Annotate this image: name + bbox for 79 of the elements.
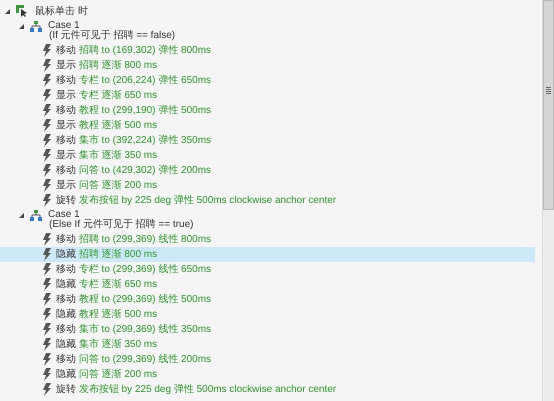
action-text: 旋转 发布按钮 by 225 deg 弹性 500ms clockwise anchor center	[56, 382, 336, 397]
action-text: 移动 集市 to (299,369) 线性 350ms	[56, 322, 212, 337]
action-text: 旋转 发布按钮 by 225 deg 弹性 500ms clockwise anchor center	[56, 194, 336, 208]
lightning-icon	[42, 44, 52, 57]
action-text: 隐藏 集市 逐渐 350 ms	[56, 338, 158, 352]
action-text: 显示 问答 逐渐 200 ms	[56, 178, 158, 193]
action-row[interactable]: 隐藏 问答 逐渐 200 ms	[0, 367, 535, 382]
action-row[interactable]: 隐藏 招聘 逐渐 800 ms	[0, 247, 535, 262]
case-label[interactable]: Case 1	[48, 21, 176, 31]
action-row[interactable]: 隐藏 集市 逐渐 350 ms	[0, 337, 535, 352]
action-row[interactable]: 旋转 发布按钮 by 225 deg 弹性 500ms clockwise anchor center	[0, 382, 535, 397]
lightning-icon	[42, 368, 52, 381]
case-condition: (If 元件可见于 招聘 == false)	[49, 31, 176, 41]
action-text: 移动 专栏 to (206,224) 弹性 650ms	[56, 74, 212, 88]
lightning-icon	[42, 248, 52, 261]
lightning-icon	[42, 134, 52, 147]
lightning-icon	[42, 89, 52, 102]
action-text: 隐藏 招聘 逐渐 800 ms	[56, 248, 158, 262]
action-row[interactable]: 移动 问答 to (429,302) 弹性 200ms	[0, 163, 535, 178]
lightning-icon	[42, 74, 52, 87]
action-row[interactable]: 移动 问答 to (299,369) 线性 200ms	[0, 352, 535, 367]
action-text: 移动 集市 to (392,224) 弹性 350ms	[56, 134, 212, 148]
lightning-icon	[42, 164, 52, 177]
lightning-icon	[42, 353, 52, 366]
lightning-icon	[42, 323, 52, 336]
branch-icon	[30, 210, 42, 221]
action-row[interactable]: 移动 专栏 to (299,369) 线性 650ms	[0, 262, 535, 277]
action-text: 移动 问答 to (299,369) 线性 200ms	[56, 352, 212, 367]
action-text: 隐藏 教程 逐渐 500 ms	[56, 308, 158, 322]
action-text: 显示 招聘 逐渐 800 ms	[56, 58, 158, 73]
action-text: 移动 教程 to (299,190) 弹性 500ms	[56, 104, 212, 118]
action-row[interactable]: 隐藏 专栏 逐渐 650 ms	[0, 277, 535, 292]
action-row[interactable]: 隐藏 教程 逐渐 500 ms	[0, 307, 535, 322]
action-text: 显示 教程 逐渐 500 ms	[56, 118, 158, 133]
action-row[interactable]: 显示 教程 逐渐 500 ms	[0, 118, 535, 133]
lightning-icon	[42, 104, 52, 117]
lightning-icon	[42, 194, 52, 207]
lightning-icon	[42, 149, 52, 162]
action-text: 显示 集市 逐渐 350 ms	[56, 148, 158, 163]
action-text: 隐藏 专栏 逐渐 650 ms	[56, 278, 158, 292]
lightning-icon	[42, 263, 52, 276]
action-row[interactable]: 移动 招聘 to (299,369) 线性 800ms	[0, 232, 535, 247]
scrollbar[interactable]	[542, 0, 554, 401]
action-row[interactable]: 移动 集市 to (392,224) 弹性 350ms	[0, 133, 535, 148]
lightning-icon	[42, 119, 52, 132]
action-row[interactable]: 移动 招聘 to (169,302) 弹性 800ms	[0, 43, 535, 58]
action-row[interactable]: 显示 专栏 逐渐 650 ms	[0, 88, 535, 103]
scrollbar-thumb[interactable]	[543, 0, 554, 210]
lightning-icon	[42, 383, 52, 396]
event-label[interactable]: 鼠标单击 时	[35, 4, 88, 18]
action-row[interactable]: 移动 集市 to (299,369) 线性 350ms	[0, 322, 535, 337]
lightning-icon	[42, 293, 52, 306]
action-text: 移动 招聘 to (299,369) 线性 800ms	[56, 232, 212, 247]
action-row[interactable]: 旋转 发布按钮 by 225 deg 弹性 500ms clockwise anchor center	[0, 193, 535, 208]
lightning-icon	[42, 59, 52, 72]
action-row[interactable]: 移动 教程 to (299,369) 线性 500ms	[0, 292, 535, 307]
action-text: 移动 问答 to (429,302) 弹性 200ms	[56, 164, 212, 178]
lightning-icon	[42, 278, 52, 291]
expanded-caret-icon[interactable]	[18, 212, 25, 219]
action-row[interactable]: 移动 教程 to (299,190) 弹性 500ms	[0, 103, 535, 118]
action-row[interactable]: 显示 问答 逐渐 200 ms	[0, 178, 535, 193]
expanded-caret-icon[interactable]	[18, 23, 25, 30]
action-text: 显示 专栏 逐渐 650 ms	[56, 88, 158, 103]
action-row[interactable]: 移动 专栏 to (206,224) 弹性 650ms	[0, 73, 535, 88]
action-text: 移动 专栏 to (299,369) 线性 650ms	[56, 262, 212, 277]
lightning-icon	[42, 308, 52, 321]
lightning-icon	[42, 179, 52, 192]
case-label[interactable]: Case 1	[48, 210, 194, 220]
event-icon	[16, 5, 28, 17]
branch-icon	[30, 21, 42, 32]
action-text: 移动 教程 to (299,369) 线性 500ms	[56, 292, 212, 307]
action-text: 隐藏 问答 逐渐 200 ms	[56, 368, 158, 382]
lightning-icon	[42, 233, 52, 246]
action-row[interactable]: 显示 招聘 逐渐 800 ms	[0, 58, 535, 73]
case-condition: (Else If 元件可见于 招聘 == true)	[49, 220, 194, 230]
lightning-icon	[42, 338, 52, 351]
action-row[interactable]: 显示 集市 逐渐 350 ms	[0, 148, 535, 163]
action-text: 移动 招聘 to (169,302) 弹性 800ms	[56, 44, 212, 58]
expanded-caret-icon[interactable]	[4, 8, 11, 14]
